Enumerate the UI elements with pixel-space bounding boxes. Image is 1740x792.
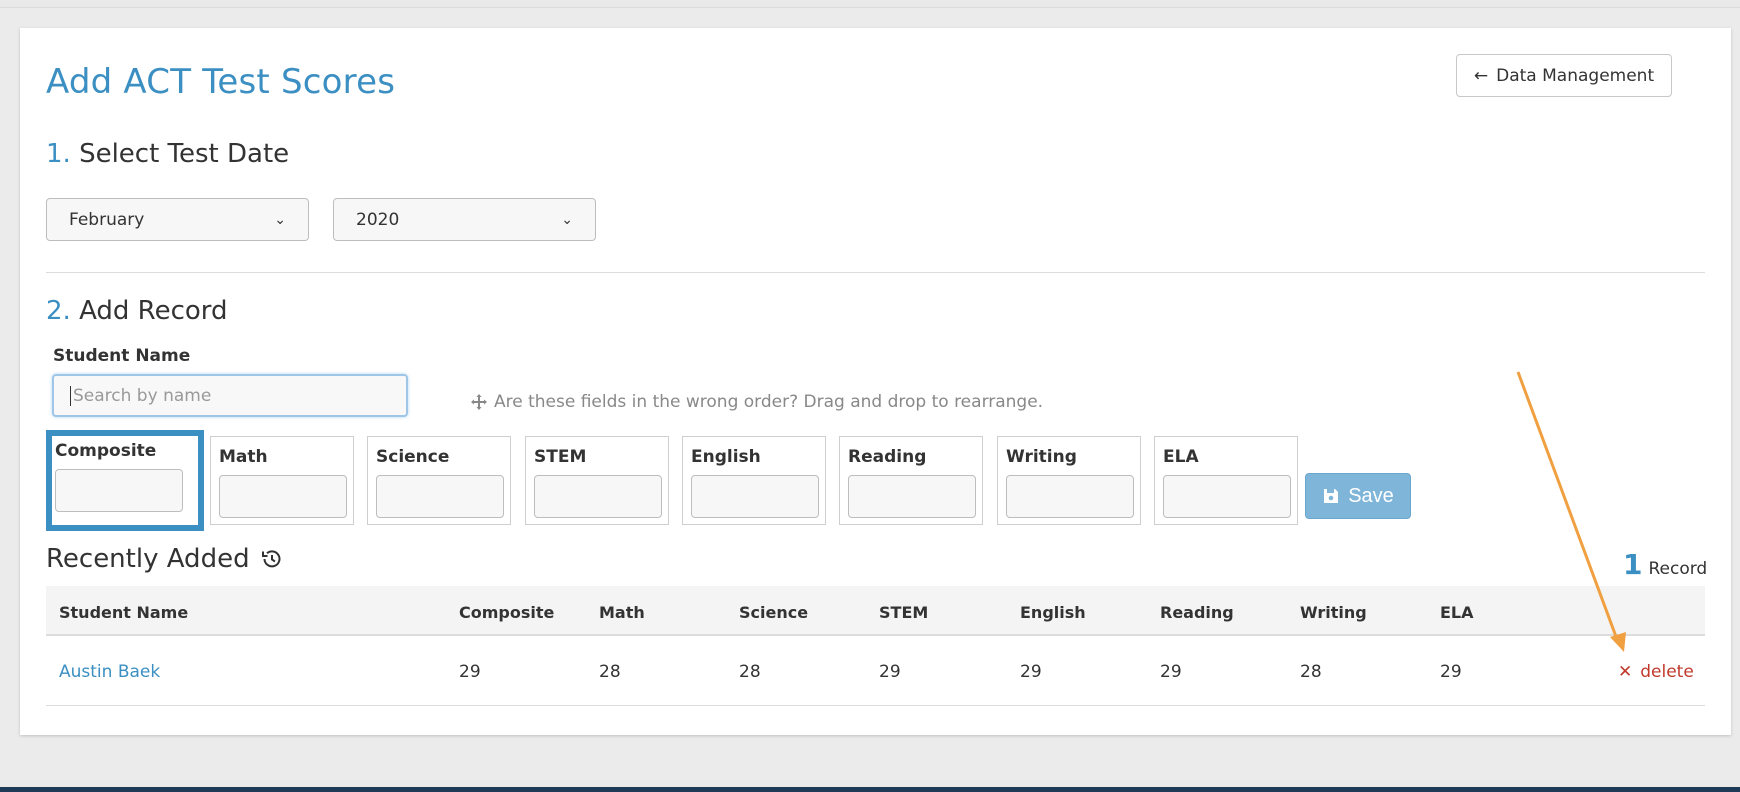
data-management-label: Data Management	[1496, 65, 1655, 86]
ela-score: 29	[1440, 662, 1462, 682]
year-select-value: 2020	[356, 209, 400, 230]
stem-input[interactable]	[534, 475, 662, 518]
month-select-value: February	[69, 209, 145, 230]
step1-number: 1.	[46, 139, 71, 169]
step1-title: Select Test Date	[79, 139, 290, 169]
student-search-input[interactable]: Search by name	[52, 374, 408, 417]
column-header: Composite	[459, 603, 555, 622]
field-ela[interactable]: ELA	[1154, 436, 1298, 525]
column-header: Writing	[1300, 603, 1367, 622]
column-header: Student Name	[59, 603, 189, 622]
science-score: 28	[739, 662, 761, 682]
composite-score: 29	[459, 662, 481, 682]
drag-hint: Are these fields in the wrong order? Dra…	[470, 392, 1043, 412]
field-english[interactable]: English	[682, 436, 826, 525]
footer-bar	[0, 787, 1740, 792]
student-name-link[interactable]: Austin Baek	[59, 662, 160, 682]
column-header: STEM	[879, 603, 929, 622]
search-placeholder: Search by name	[73, 385, 212, 406]
table-row: Austin Baek 29 28 28 29 29 29 28 29 ✕ de…	[46, 636, 1705, 706]
drag-hint-text: Are these fields in the wrong order? Dra…	[494, 392, 1044, 412]
step2-title: Add Record	[79, 296, 228, 326]
student-name-label: Student Name	[53, 346, 191, 366]
field-label: Writing	[1006, 447, 1077, 467]
column-header: ELA	[1440, 603, 1474, 622]
field-stem[interactable]: STEM	[525, 436, 669, 525]
move-icon	[471, 394, 487, 410]
column-header: English	[1020, 603, 1086, 622]
field-reading[interactable]: Reading	[839, 436, 983, 525]
data-management-button[interactable]: ← Data Management	[1456, 54, 1672, 97]
step2-number: 2.	[46, 296, 71, 326]
field-writing[interactable]: Writing	[997, 436, 1141, 525]
save-label: Save	[1348, 484, 1394, 507]
recently-added-heading: Recently Added	[46, 544, 284, 574]
record-count-label: Record	[1648, 559, 1708, 579]
arrow-left-icon: ←	[1473, 65, 1489, 86]
delete-link[interactable]: ✕ delete	[1618, 662, 1694, 682]
delete-label: delete	[1640, 662, 1694, 682]
math-score: 28	[599, 662, 621, 682]
reading-score: 29	[1160, 662, 1182, 682]
field-label: English	[691, 447, 761, 467]
field-label: Math	[219, 447, 268, 467]
writing-score: 28	[1300, 662, 1322, 682]
text-caret	[70, 385, 71, 406]
history-icon	[261, 550, 281, 568]
field-label: STEM	[534, 447, 587, 467]
step2-heading: 2. Add Record	[46, 296, 228, 326]
month-select[interactable]: February ⌄	[46, 198, 309, 241]
step1-heading: 1. Select Test Date	[46, 139, 289, 169]
field-label: Reading	[848, 447, 927, 467]
field-math[interactable]: Math	[210, 436, 354, 525]
stem-score: 29	[879, 662, 901, 682]
english-score: 29	[1020, 662, 1042, 682]
chevron-down-icon: ⌄	[561, 211, 573, 228]
writing-input[interactable]	[1006, 475, 1134, 518]
composite-input[interactable]	[55, 469, 183, 512]
field-label: Composite	[55, 441, 157, 461]
table-header: Student Name Composite Math Science STEM…	[46, 586, 1705, 636]
save-button[interactable]: Save	[1305, 473, 1411, 519]
column-header: Science	[739, 603, 809, 622]
science-input[interactable]	[376, 475, 504, 518]
field-composite[interactable]: Composite	[46, 430, 204, 531]
page-title: Add ACT Test Scores	[46, 62, 396, 102]
math-input[interactable]	[219, 475, 347, 518]
year-select[interactable]: 2020 ⌄	[333, 198, 596, 241]
chevron-down-icon: ⌄	[274, 211, 286, 228]
field-science[interactable]: Science	[367, 436, 511, 525]
section-divider	[46, 272, 1705, 273]
record-count-number: 1	[1623, 548, 1643, 581]
column-header: Math	[599, 603, 645, 622]
reading-input[interactable]	[848, 475, 976, 518]
top-strip	[0, 0, 1740, 8]
english-input[interactable]	[691, 475, 819, 518]
close-icon: ✕	[1618, 662, 1633, 682]
ela-input[interactable]	[1163, 475, 1291, 518]
floppy-disk-icon	[1324, 489, 1339, 503]
column-header: Reading	[1160, 603, 1234, 622]
record-count: 1 Record	[1623, 548, 1707, 581]
field-label: Science	[376, 447, 450, 467]
main-card: Add ACT Test Scores ← Data Management 1.…	[20, 28, 1731, 735]
field-label: ELA	[1163, 447, 1199, 467]
recently-added-title: Recently Added	[46, 544, 250, 574]
